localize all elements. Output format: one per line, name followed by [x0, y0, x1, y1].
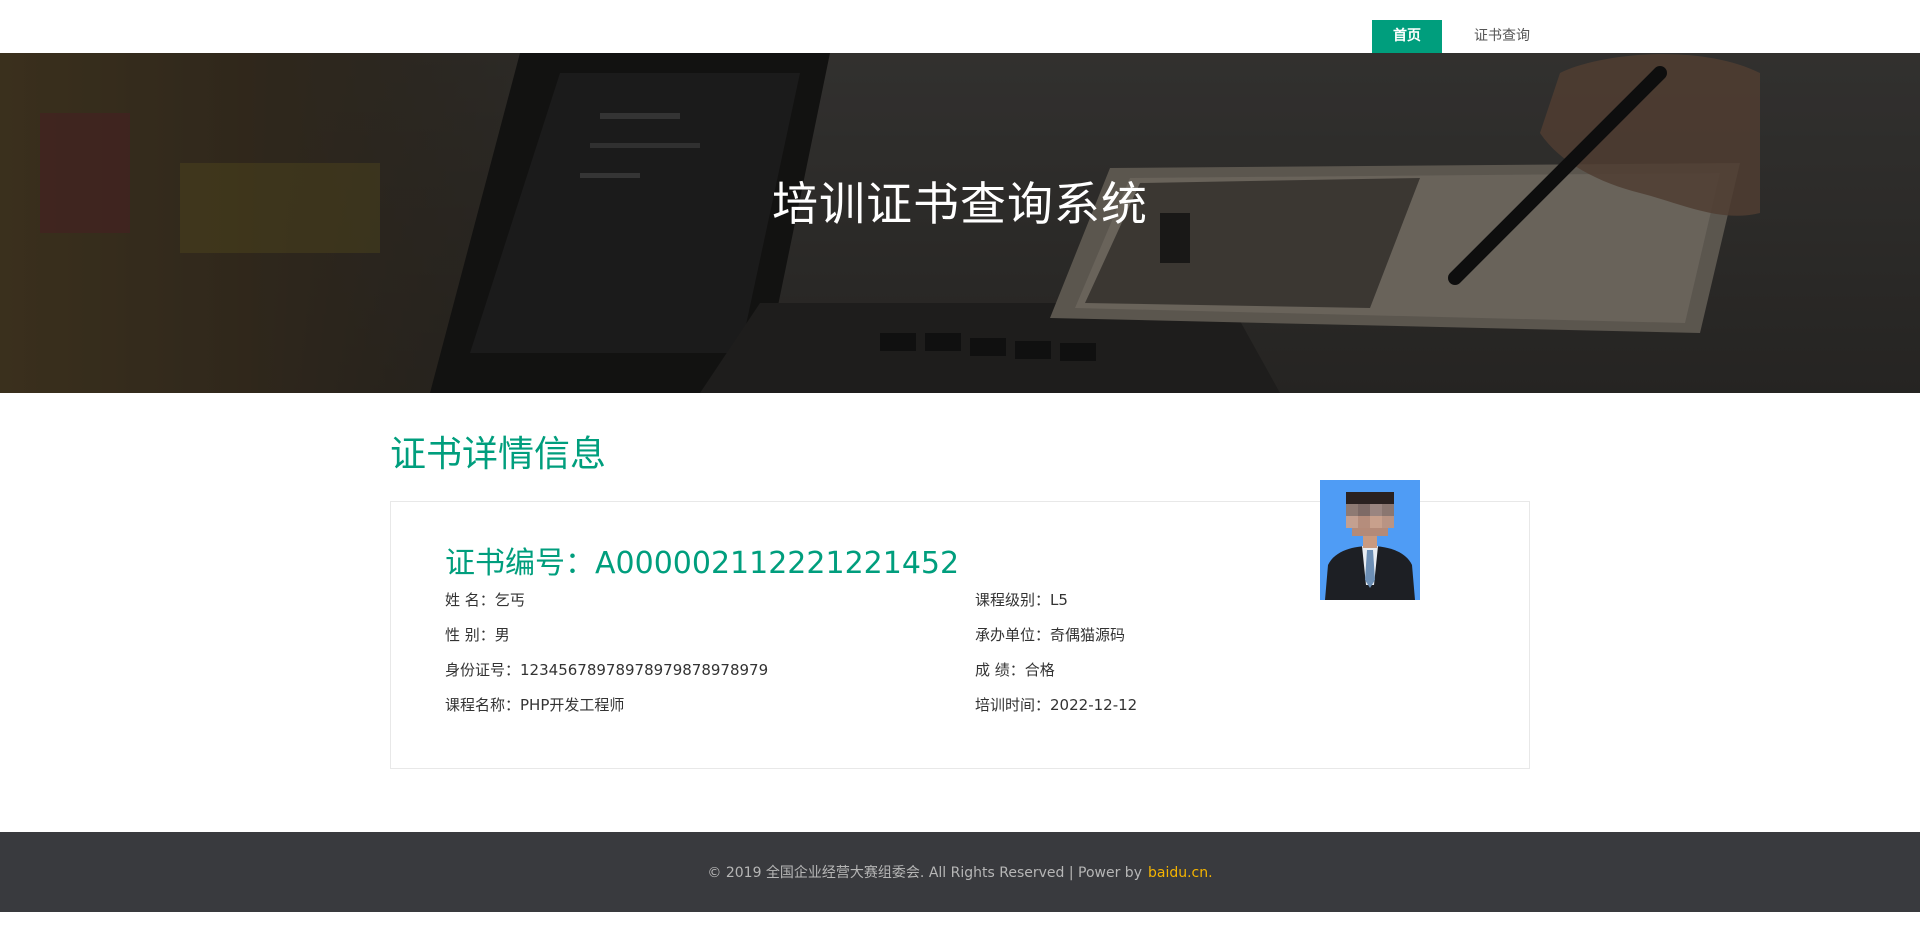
field-label: 课程级别： [975, 591, 1051, 609]
certificate-number-value: A000002112221221452 [595, 546, 960, 581]
hero-banner: 培训证书查询系统 [0, 53, 1920, 393]
field-label: 承办单位： [975, 626, 1051, 644]
footer-link[interactable]: baidu.cn. [1148, 865, 1213, 881]
field-organizer: 承办单位：奇偶猫源码 [975, 624, 1125, 645]
field-name: 姓 名：乞丐 [445, 589, 525, 610]
field-value: 12345678978978979878978979 [520, 661, 769, 679]
field-label: 课程名称： [445, 696, 521, 714]
field-value: 合格 [1024, 661, 1055, 679]
field-id-number: 身份证号：12345678978978979878978979 [445, 659, 768, 680]
banner-title: 培训证书查询系统 [772, 177, 1148, 231]
field-score: 成 绩：合格 [975, 659, 1055, 680]
field-value: 乞丐 [494, 591, 525, 609]
certificate-number: 证书编号：A000002112221221452 [445, 538, 959, 582]
field-value: 男 [494, 626, 510, 644]
field-label: 成 绩： [975, 661, 1025, 679]
field-label: 培训时间： [975, 696, 1051, 714]
field-course-level: 课程级别：L5 [975, 589, 1068, 610]
field-label: 身份证号： [445, 661, 521, 679]
top-navigation: 首页 证书查询 [0, 0, 1920, 53]
field-value: L5 [1050, 591, 1068, 609]
field-gender: 性 别：男 [445, 624, 510, 645]
field-value: 奇偶猫源码 [1050, 626, 1126, 644]
nav-certificate-query-link[interactable]: 证书查询 [1462, 20, 1542, 53]
nav-home-link[interactable]: 首页 [1372, 20, 1442, 53]
field-course-name: 课程名称：PHP开发工程师 [445, 694, 624, 715]
person-photo [1320, 480, 1420, 600]
field-value: 2022-12-12 [1050, 696, 1138, 714]
footer-copyright: © 2019 全国企业经营大赛组委会. All Rights Reserved … [0, 862, 1920, 882]
page-footer: © 2019 全国企业经营大赛组委会. All Rights Reserved … [0, 832, 1920, 912]
field-value: PHP开发工程师 [520, 696, 625, 714]
certificate-number-label: 证书编号： [445, 546, 595, 581]
field-training-date: 培训时间：2022-12-12 [975, 694, 1137, 715]
section-title: 证书详情信息 [390, 434, 607, 475]
field-label: 姓 名： [445, 591, 495, 609]
person-photo-image [1320, 480, 1420, 600]
footer-copyright-text: © 2019 全国企业经营大赛组委会. All Rights Reserved … [707, 865, 1142, 881]
field-label: 性 别： [445, 626, 495, 644]
